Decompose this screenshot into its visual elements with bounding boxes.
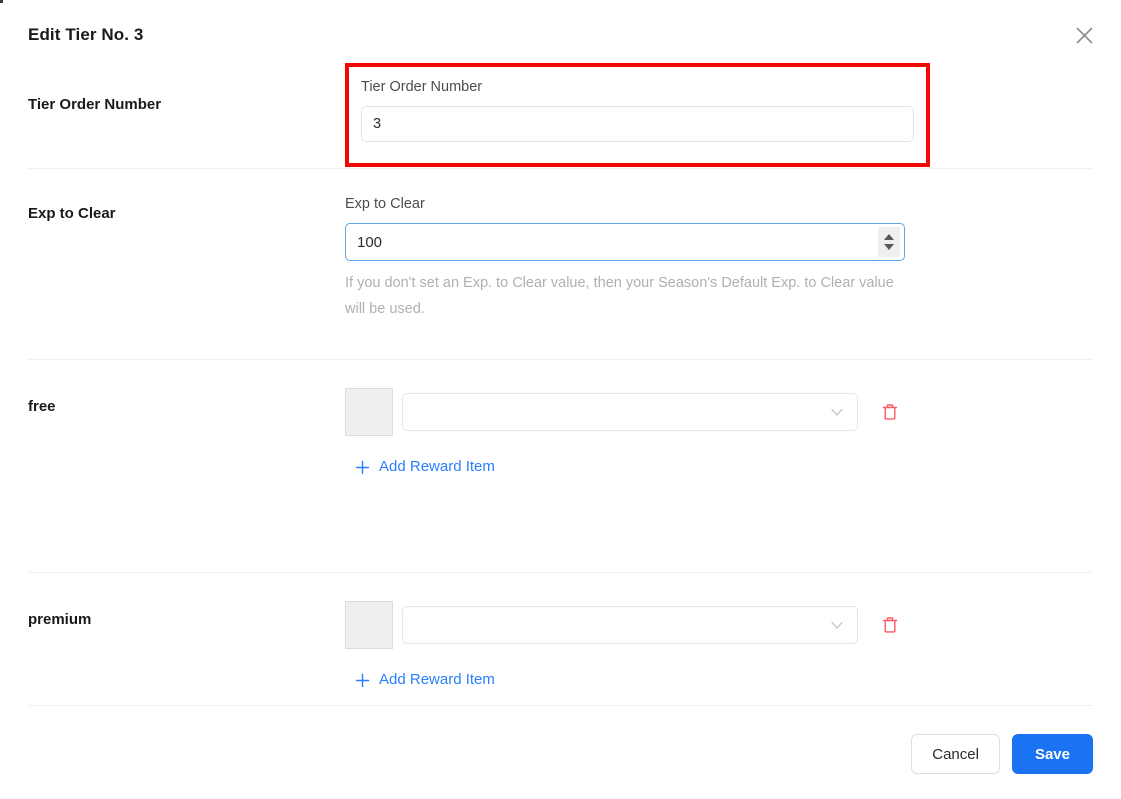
add-reward-item-button-premium[interactable]: Add Reward Item [355, 670, 495, 690]
row-label-free: free [28, 398, 56, 415]
plus-icon [355, 673, 370, 688]
edit-tier-modal: Edit Tier No. 3 Tier Order Number Tier O… [0, 0, 1121, 799]
stepper-up-icon[interactable] [884, 234, 894, 240]
reward-item-row [345, 601, 1093, 649]
chevron-down-icon [829, 617, 845, 633]
reward-item-thumbnail[interactable] [345, 388, 393, 436]
cancel-button[interactable]: Cancel [911, 734, 1000, 774]
row-control-tier-order: Tier Order Number [345, 56, 1093, 167]
quantity-stepper[interactable] [878, 227, 900, 257]
modal-header: Edit Tier No. 3 [0, 0, 1121, 56]
reward-item-row [345, 388, 1093, 436]
footer-actions: Cancel Save [28, 706, 1093, 774]
row-control-premium: Add Reward Item [345, 601, 1093, 693]
exp-to-clear-field [345, 223, 905, 261]
tier-order-number-input[interactable] [361, 106, 914, 142]
add-reward-item-label: Add Reward Item [379, 458, 495, 475]
form-row-tier-order: Tier Order Number Tier Order Number [28, 56, 1093, 169]
free-reward-item-select[interactable] [402, 393, 858, 431]
row-label-exp-to-clear: Exp to Clear [28, 205, 116, 222]
add-reward-item-label: Add Reward Item [379, 671, 495, 688]
row-label-tier-order: Tier Order Number [28, 96, 162, 113]
row-control-exp-to-clear: Exp to Clear If you don't set an Exp. to… [345, 193, 1093, 322]
trash-icon[interactable] [877, 399, 903, 425]
stepper-down-icon[interactable] [884, 244, 894, 250]
modal-body: Tier Order Number Tier Order Number Exp … [0, 56, 1121, 785]
close-icon[interactable] [1067, 18, 1101, 52]
exp-to-clear-help-text: If you don't set an Exp. to Clear value,… [345, 275, 894, 317]
page-title: Edit Tier No. 3 [28, 25, 144, 44]
modal-footer: Cancel Save [0, 705, 1121, 799]
add-reward-item-button-free[interactable]: Add Reward Item [355, 457, 495, 477]
form-row-exp-to-clear: Exp to Clear Exp to Clear If you don't s… [28, 169, 1093, 360]
trash-icon[interactable] [877, 612, 903, 638]
row-control-free: Add Reward Item [345, 388, 1093, 480]
reward-item-thumbnail[interactable] [345, 601, 393, 649]
save-button[interactable]: Save [1011, 734, 1093, 774]
field-label-tier-order: Tier Order Number [361, 79, 483, 95]
chevron-down-icon [829, 404, 845, 420]
highlight-box-tier-order: Tier Order Number [345, 63, 930, 167]
premium-reward-item-select[interactable] [402, 606, 858, 644]
form-row-free: free Add Reward Item [28, 360, 1093, 573]
exp-to-clear-input[interactable] [345, 223, 905, 261]
row-label-premium: premium [28, 611, 92, 628]
plus-icon [355, 460, 370, 475]
field-label-exp-to-clear: Exp to Clear [345, 196, 425, 212]
